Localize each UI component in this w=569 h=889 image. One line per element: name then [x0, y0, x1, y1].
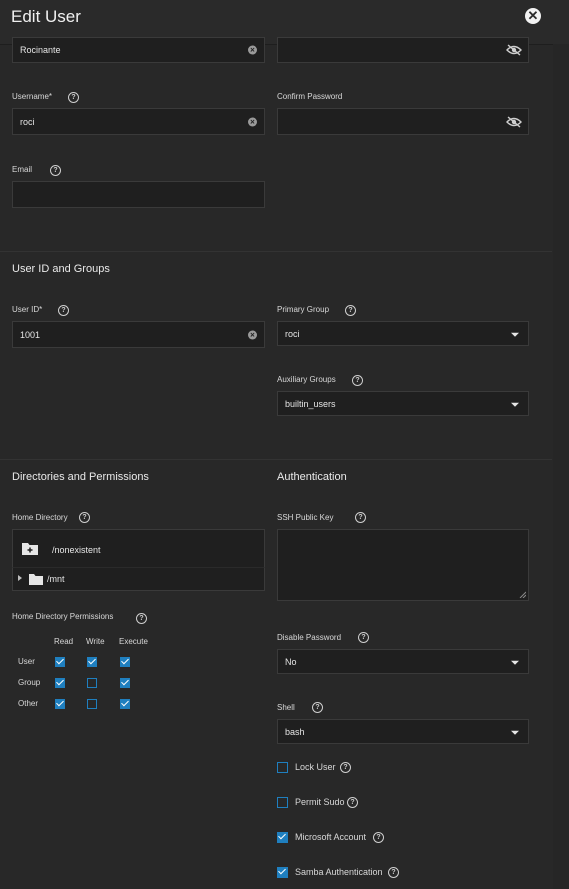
help-icon[interactable]: ?	[347, 797, 358, 808]
other-read-checkbox[interactable]	[55, 699, 65, 709]
help-icon[interactable]: ?	[373, 832, 384, 843]
close-icon[interactable]: ✕	[525, 8, 541, 24]
help-icon[interactable]: ?	[58, 305, 69, 316]
aux-groups-value: builtin_users	[285, 398, 336, 409]
chevron-down-icon	[511, 402, 519, 407]
dialog-title: Edit User	[11, 7, 81, 26]
microsoft-account-label: Microsoft Account	[295, 832, 367, 842]
help-icon[interactable]: ?	[312, 702, 323, 713]
group-execute-checkbox[interactable]	[120, 678, 130, 688]
help-icon[interactable]: ?	[355, 512, 366, 523]
ssh-key-label: SSH Public Key	[277, 513, 334, 522]
chevron-down-icon	[511, 730, 519, 735]
shell-label: Shell	[277, 703, 295, 712]
permissions-label: Home Directory Permissions	[12, 612, 114, 621]
directories-title: Directories and Permissions	[12, 471, 149, 483]
primary-group-value: roci	[285, 328, 300, 339]
email-field[interactable]	[12, 181, 265, 208]
help-icon[interactable]: ?	[79, 512, 90, 523]
user-id-groups-title: User ID and Groups	[12, 263, 110, 275]
clear-icon[interactable]: ×	[248, 45, 257, 55]
group-write-checkbox[interactable]	[87, 678, 97, 688]
samba-auth-label: Samba Authentication	[295, 867, 383, 877]
clear-icon[interactable]: ×	[248, 330, 257, 339]
disable-password-label: Disable Password	[277, 633, 342, 642]
shell-select[interactable]: bash	[277, 719, 529, 744]
user-execute-checkbox[interactable]	[120, 657, 130, 667]
eye-off-icon[interactable]	[506, 115, 522, 128]
other-write-checkbox[interactable]	[87, 699, 97, 709]
folder-icon	[29, 574, 43, 585]
perm-row-label: User	[18, 657, 35, 666]
help-icon[interactable]: ?	[50, 165, 61, 176]
full-name-field[interactable]: Rocinante ×	[12, 37, 265, 63]
permit-sudo-checkbox[interactable]	[277, 797, 288, 808]
tree-item-mnt[interactable]: /mnt	[12, 567, 265, 591]
primary-group-label: Primary Group	[277, 305, 330, 314]
group-read-checkbox[interactable]	[55, 678, 65, 688]
user-read-checkbox[interactable]	[55, 657, 65, 667]
clear-icon[interactable]: ×	[248, 117, 257, 126]
section-divider	[0, 459, 552, 460]
user-id-field[interactable]: 1001 ×	[12, 321, 265, 348]
permit-sudo-label: Permit Sudo	[295, 797, 345, 807]
chevron-down-icon	[511, 660, 519, 665]
folder-plus-icon[interactable]	[22, 542, 38, 555]
perm-col-write: Write	[86, 637, 105, 646]
perm-row-label: Other	[18, 699, 39, 708]
home-dir-value: /nonexistent	[52, 545, 101, 555]
samba-auth-checkbox[interactable]	[277, 867, 288, 878]
shell-value: bash	[285, 726, 305, 737]
user-id-value: 1001	[20, 329, 41, 340]
aux-groups-select[interactable]: builtin_users	[277, 391, 529, 416]
help-icon[interactable]: ?	[388, 867, 399, 878]
ssh-key-textarea[interactable]	[277, 529, 529, 601]
help-icon[interactable]: ?	[68, 92, 79, 103]
help-icon[interactable]: ?	[358, 632, 369, 643]
lock-user-label: Lock User	[295, 762, 336, 772]
confirm-password-label: Confirm Password	[277, 92, 343, 101]
perm-row-label: Group	[18, 678, 41, 687]
help-icon[interactable]: ?	[136, 613, 147, 624]
disable-password-select[interactable]: No	[277, 649, 529, 674]
username-value: roci	[20, 116, 35, 127]
help-icon[interactable]: ?	[352, 375, 363, 386]
help-icon[interactable]: ?	[345, 305, 356, 316]
scrollbar[interactable]	[553, 44, 569, 889]
user-write-checkbox[interactable]	[87, 657, 97, 667]
username-label: Username*	[12, 92, 53, 101]
resize-handle-icon[interactable]	[519, 591, 526, 598]
microsoft-account-checkbox[interactable]	[277, 832, 288, 843]
section-divider	[0, 251, 552, 252]
chevron-right-icon[interactable]	[18, 575, 22, 581]
home-dir-label: Home Directory	[12, 513, 68, 522]
help-icon[interactable]: ?	[340, 762, 351, 773]
other-execute-checkbox[interactable]	[120, 699, 130, 709]
password-field[interactable]	[277, 37, 529, 63]
chevron-down-icon	[511, 332, 519, 337]
primary-group-select[interactable]: roci	[277, 321, 529, 346]
eye-off-icon[interactable]	[506, 44, 522, 56]
full-name-value: Rocinante	[20, 45, 61, 55]
aux-groups-label: Auxiliary Groups	[277, 375, 336, 384]
disable-password-value: No	[285, 656, 297, 667]
perm-col-read: Read	[54, 637, 74, 646]
lock-user-checkbox[interactable]	[277, 762, 288, 773]
user-id-label: User ID*	[12, 305, 43, 314]
home-dir-input[interactable]: /nonexistent	[12, 529, 265, 567]
authentication-title: Authentication	[277, 471, 347, 483]
confirm-password-field[interactable]	[277, 108, 529, 135]
tree-item-label: /mnt	[47, 574, 65, 584]
username-field[interactable]: roci ×	[12, 108, 265, 135]
perm-col-execute: Execute	[119, 637, 148, 646]
email-label: Email	[12, 165, 33, 174]
